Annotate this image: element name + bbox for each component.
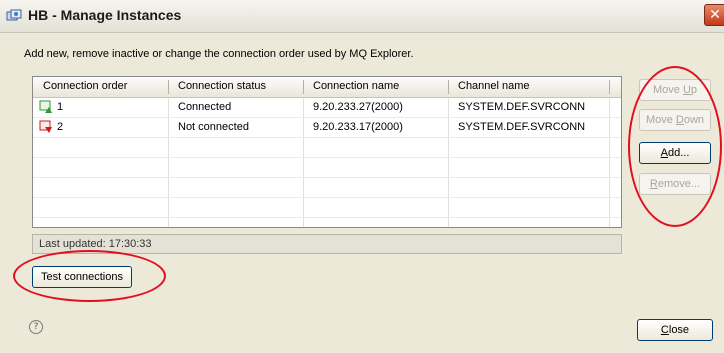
title-bar[interactable]: HB - Manage Instances ✕ — [0, 0, 724, 33]
instances-table[interactable]: Connection order Connection status Conne… — [32, 76, 622, 228]
table-row[interactable]: 1 Connected 9.20.233.27(2000) SYSTEM.DEF… — [33, 98, 621, 118]
remove-mnemonic: R — [649, 178, 658, 190]
column-header-connection-status[interactable]: Connection status — [178, 80, 266, 92]
window-title: HB - Manage Instances — [28, 7, 182, 23]
close-mnemonic: C — [660, 324, 669, 336]
table-row[interactable]: 2 Not connected 9.20.233.17(2000) SYSTEM… — [33, 118, 621, 138]
dialog-description: Add new, remove inactive or change the c… — [24, 48, 414, 60]
move-down-label: Move — [645, 114, 676, 126]
close-button[interactable]: Close — [637, 319, 713, 341]
empty-table-row — [33, 198, 621, 218]
header-separator[interactable] — [303, 80, 304, 94]
remove-button[interactable]: Remove... — [639, 173, 711, 195]
row-status: Connected — [178, 101, 232, 113]
row-order: 1 — [57, 101, 64, 113]
empty-table-row — [33, 158, 621, 178]
remove-label-rest: emove... — [657, 178, 701, 190]
test-connections-button[interactable]: Test connections — [32, 266, 132, 288]
help-icon[interactable]: ? — [29, 320, 43, 334]
add-label-rest: dd... — [667, 147, 690, 159]
move-down-button[interactable]: Move Down — [639, 109, 711, 131]
row-connection-name: 9.20.233.27(2000) — [313, 101, 403, 113]
row-channel-name: SYSTEM.DEF.SVRCONN — [458, 101, 586, 113]
disconnected-queue-manager-icon — [39, 120, 52, 133]
row-channel-name: SYSTEM.DEF.SVRCONN — [458, 121, 586, 133]
row-status: Not connected — [178, 121, 249, 133]
move-down-label-rest: own — [683, 114, 705, 126]
empty-table-row — [33, 138, 621, 158]
empty-table-row — [33, 178, 621, 198]
move-up-label: Move — [652, 84, 683, 96]
move-up-button[interactable]: Move Up — [639, 79, 711, 101]
last-updated-text: Last updated: 17:30:33 — [39, 238, 152, 250]
row-order: 2 — [57, 121, 64, 133]
connected-queue-manager-icon — [39, 100, 52, 113]
add-button[interactable]: Add... — [639, 142, 711, 164]
column-header-connection-name[interactable]: Connection name — [313, 80, 399, 92]
header-separator[interactable] — [168, 80, 169, 94]
manage-instances-dialog: HB - Manage Instances ✕ Add new, remove … — [0, 0, 724, 353]
header-separator[interactable] — [609, 80, 610, 94]
move-up-mnemonic: U — [682, 84, 691, 96]
move-down-mnemonic: D — [675, 114, 684, 126]
header-separator[interactable] — [448, 80, 449, 94]
close-window-button[interactable]: ✕ — [704, 4, 724, 26]
close-label-rest: lose — [668, 324, 690, 336]
column-header-channel-name[interactable]: Channel name — [458, 80, 530, 92]
queue-manager-icon — [6, 9, 22, 21]
row-connection-name: 9.20.233.17(2000) — [313, 121, 403, 133]
column-header-connection-order[interactable]: Connection order — [43, 80, 127, 92]
status-bar: Last updated: 17:30:33 — [32, 234, 622, 254]
table-header: Connection order Connection status Conne… — [33, 77, 621, 98]
move-up-label-rest: p — [690, 84, 698, 96]
add-mnemonic: A — [660, 147, 668, 159]
